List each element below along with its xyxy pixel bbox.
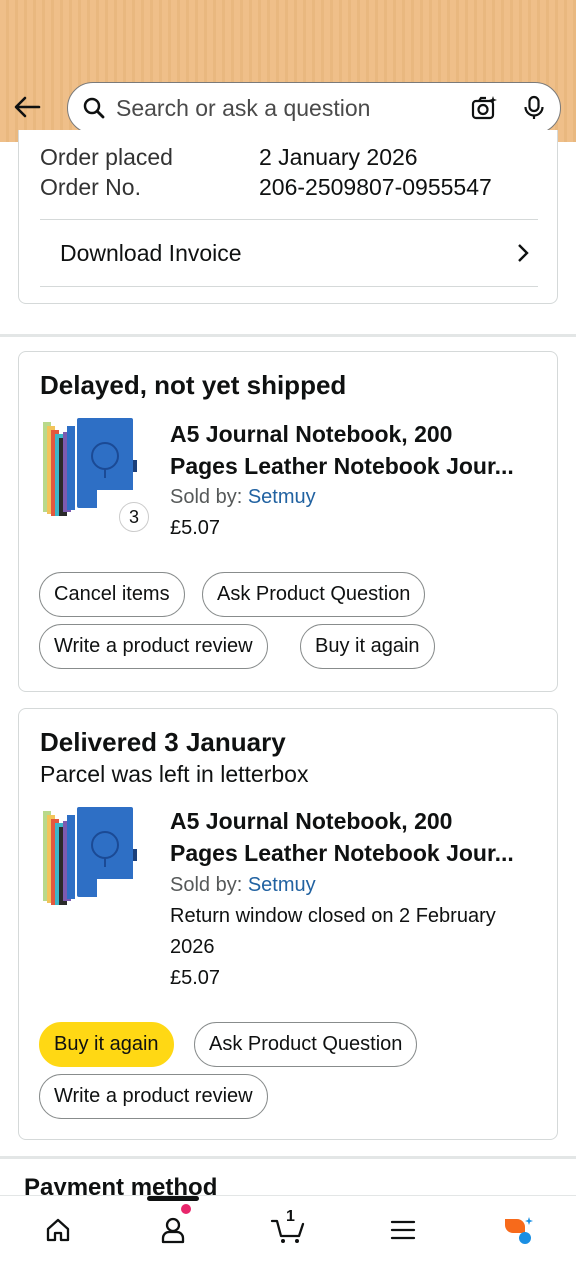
sold-by-label: Sold by:	[170, 486, 243, 508]
order-number-label: Order No.	[40, 174, 141, 200]
write-review-button[interactable]: Write a product review	[39, 1074, 268, 1119]
arrow-left-icon	[14, 96, 41, 118]
nav-rufus[interactable]	[498, 1210, 538, 1250]
return-window-line-1: Return window closed on 2 February	[170, 905, 496, 927]
nav-account[interactable]	[153, 1210, 193, 1250]
sold-by-label: Sold by:	[170, 874, 243, 896]
account-icon	[161, 1217, 185, 1244]
download-invoice-row[interactable]: Download Invoice	[40, 220, 538, 286]
bottom-navigation: 1	[0, 1195, 576, 1280]
download-invoice-label: Download Invoice	[60, 239, 242, 266]
delivery-note: Parcel was left in letterbox	[40, 761, 309, 787]
camera-search-icon[interactable]	[470, 94, 498, 122]
buy-again-button[interactable]: Buy it again	[300, 624, 435, 669]
product-title-line-1[interactable]: A5 Journal Notebook, 200	[170, 418, 542, 450]
buy-again-button[interactable]: Buy it again	[39, 1022, 174, 1067]
shipment-card-delivered: Delivered 3 January Parcel was left in l…	[18, 708, 558, 1140]
return-window-line-2: 2026	[170, 936, 215, 958]
product-price: £5.07	[170, 517, 221, 539]
order-info-card: Order placed 2 January 2026 Order No. 20…	[18, 130, 558, 304]
seller-link[interactable]: Setmuy	[248, 874, 316, 896]
cancel-items-button[interactable]: Cancel items	[39, 572, 185, 617]
quantity-badge: 3	[119, 502, 149, 532]
sold-by: Sold by: Setmuy	[170, 486, 316, 509]
rufus-icon	[505, 1217, 533, 1244]
product-title-line-2[interactable]: Pages Leather Notebook Jour...	[170, 450, 542, 482]
active-tab-indicator	[147, 1196, 199, 1201]
search-bar[interactable]: Search or ask a question	[67, 82, 561, 134]
section-divider	[0, 334, 576, 337]
notification-dot	[181, 1204, 191, 1214]
back-button[interactable]	[10, 90, 44, 124]
cart-count: 1	[286, 1208, 295, 1225]
menu-icon	[390, 1220, 416, 1240]
seller-link[interactable]: Setmuy	[248, 486, 316, 508]
shipment-status: Delivered 3 January	[40, 727, 286, 757]
home-icon	[46, 1218, 70, 1242]
order-number-value: 206-2509807-0955547	[259, 174, 492, 200]
section-divider	[0, 1156, 576, 1159]
chevron-right-icon	[518, 244, 529, 262]
order-placed-value: 2 January 2026	[259, 144, 418, 170]
header-bar: Search or ask a question	[0, 0, 576, 142]
ask-product-question-button[interactable]: Ask Product Question	[202, 572, 426, 617]
divider	[40, 286, 538, 287]
microphone-icon[interactable]	[522, 95, 546, 121]
product-title[interactable]: A5 Journal Notebook, 200 Pages Leather N…	[170, 805, 542, 869]
search-icon	[83, 97, 105, 119]
product-title-line-1[interactable]: A5 Journal Notebook, 200	[170, 805, 542, 837]
product-price: £5.07	[170, 967, 221, 989]
product-title[interactable]: A5 Journal Notebook, 200 Pages Leather N…	[170, 418, 542, 482]
product-title-line-2[interactable]: Pages Leather Notebook Jour...	[170, 837, 542, 869]
nav-home[interactable]	[38, 1210, 78, 1250]
return-window-note: Return window closed on 2 February 2026	[170, 901, 496, 963]
order-placed-label: Order placed	[40, 144, 173, 170]
product-thumbnail[interactable]	[39, 805, 143, 909]
write-review-button[interactable]: Write a product review	[39, 624, 268, 669]
search-placeholder[interactable]: Search or ask a question	[116, 95, 470, 122]
shipment-card-delayed: Delayed, not yet shipped 3 A5 Journal No…	[18, 351, 558, 692]
shipment-status: Delayed, not yet shipped	[40, 370, 347, 400]
order-details-page: Search or ask a question Order placed 2 …	[0, 0, 576, 1280]
nav-cart[interactable]: 1	[268, 1208, 308, 1250]
nav-menu[interactable]	[383, 1210, 423, 1250]
ask-product-question-button[interactable]: Ask Product Question	[194, 1022, 418, 1067]
sold-by: Sold by: Setmuy	[170, 874, 316, 897]
